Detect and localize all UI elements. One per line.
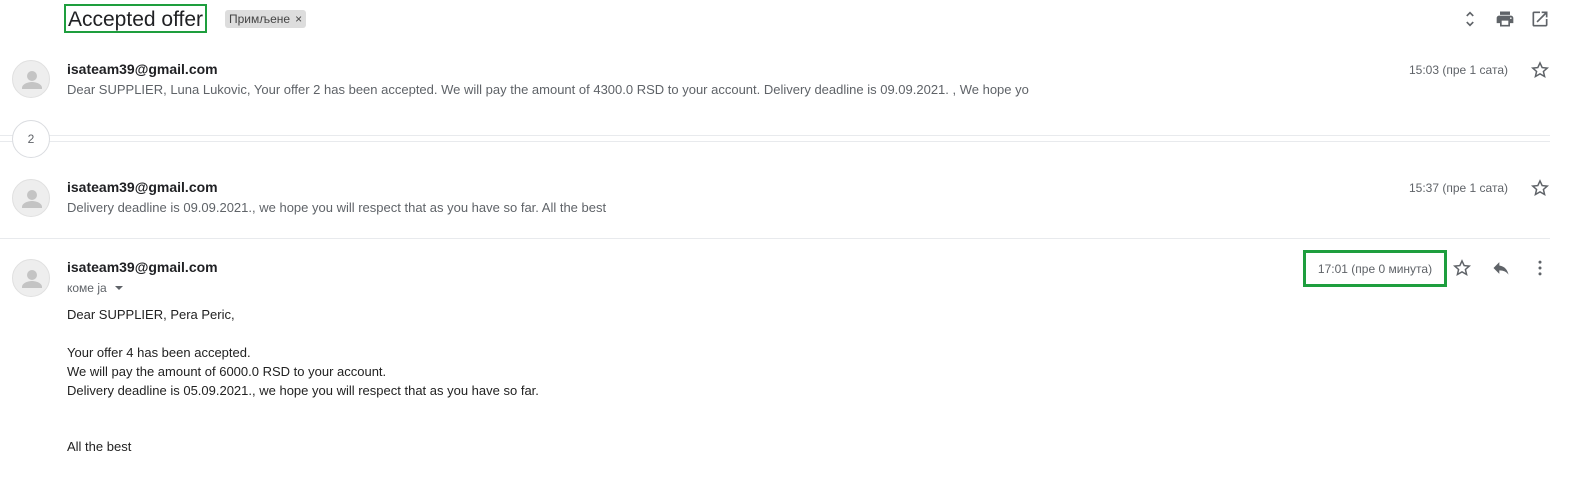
recipient-details-toggle[interactable]: коме ја: [67, 281, 123, 295]
inbox-label-chip[interactable]: Примљене ×: [225, 10, 307, 28]
person-icon: [22, 190, 42, 208]
open-new-window-icon[interactable]: [1529, 8, 1551, 30]
message-body-line: Your offer 4 has been accepted.: [67, 345, 251, 360]
person-icon: [22, 71, 42, 89]
expand-collapse-icon[interactable]: [1459, 8, 1481, 30]
sender-avatar: [12, 60, 50, 98]
recipient-text: коме ја: [67, 281, 107, 295]
collapsed-messages-count[interactable]: 2: [12, 120, 50, 158]
message-snippet[interactable]: Dear SUPPLIER, Luna Lukovic, Your offer …: [67, 82, 1057, 97]
collapsed-divider-bottom: [0, 141, 1550, 142]
sender-avatar: [12, 259, 50, 297]
sender-name[interactable]: isateam39@gmail.com: [67, 61, 218, 77]
chevron-down-icon: [114, 286, 123, 290]
message-body-line: Delivery deadline is 05.09.2021., we hop…: [67, 383, 539, 398]
sender-name[interactable]: isateam39@gmail.com: [67, 259, 218, 275]
label-text: Примљене: [229, 12, 291, 26]
sender-name[interactable]: isateam39@gmail.com: [67, 179, 218, 195]
message-greeting: Dear SUPPLIER, Pera Peric,: [67, 307, 235, 322]
star-icon[interactable]: [1529, 177, 1551, 199]
collapsed-divider-top: [0, 135, 1550, 136]
star-icon[interactable]: [1451, 257, 1473, 279]
message-time[interactable]: 15:37 (пре 1 сата): [1409, 181, 1508, 195]
message-body-line: We will pay the amount of 6000.0 RSD to …: [67, 364, 387, 379]
message-time-highlighted[interactable]: 17:01 (пре 0 минута): [1303, 250, 1447, 287]
email-subject: Accepted offer: [64, 4, 208, 33]
sender-avatar: [12, 179, 50, 217]
star-icon[interactable]: [1529, 59, 1551, 81]
person-icon: [22, 270, 42, 288]
message-time[interactable]: 15:03 (пре 1 сата): [1409, 63, 1508, 77]
message-divider: [0, 238, 1550, 239]
message-closing: All the best: [67, 439, 132, 454]
remove-label-button[interactable]: ×: [295, 10, 302, 28]
message-snippet[interactable]: Delivery deadline is 09.09.2021., we hop…: [67, 200, 1057, 215]
more-options-icon[interactable]: [1529, 257, 1551, 279]
print-icon[interactable]: [1494, 8, 1516, 30]
reply-icon[interactable]: [1490, 257, 1512, 279]
